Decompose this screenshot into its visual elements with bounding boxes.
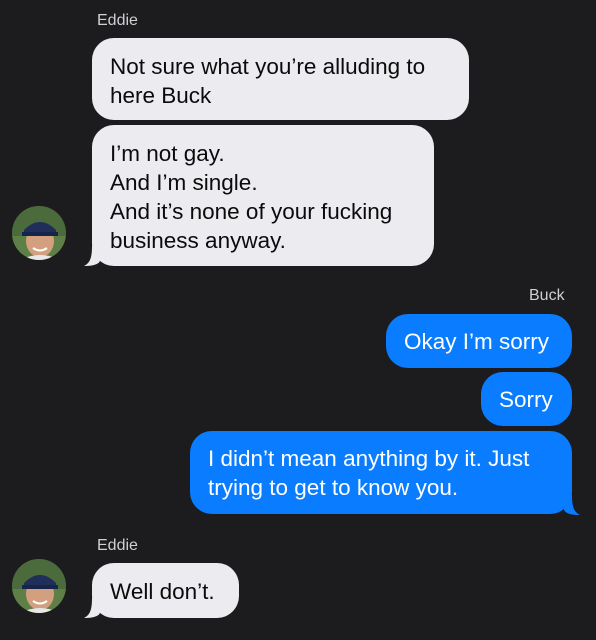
outgoing-message[interactable]: I didn’t mean anything by it. Just tryin… bbox=[190, 431, 572, 514]
incoming-bubble-tail bbox=[84, 246, 100, 266]
incoming-bubble-tail bbox=[84, 598, 100, 618]
sender-name-eddie: Eddie bbox=[97, 537, 138, 554]
incoming-message[interactable]: Well don’t. bbox=[92, 563, 239, 618]
sender-name-buck: Buck bbox=[529, 287, 565, 304]
outgoing-message[interactable]: Sorry bbox=[481, 372, 572, 426]
eddie-avatar[interactable] bbox=[12, 206, 66, 260]
incoming-message[interactable]: I’m not gay. And I’m single. And it’s no… bbox=[92, 125, 434, 266]
outgoing-bubble-tail bbox=[564, 495, 580, 515]
incoming-message[interactable]: Not sure what you’re alluding to here Bu… bbox=[92, 38, 469, 120]
outgoing-message[interactable]: Okay I’m sorry bbox=[386, 314, 572, 368]
eddie-avatar[interactable] bbox=[12, 559, 66, 613]
sender-name-eddie: Eddie bbox=[97, 12, 138, 29]
